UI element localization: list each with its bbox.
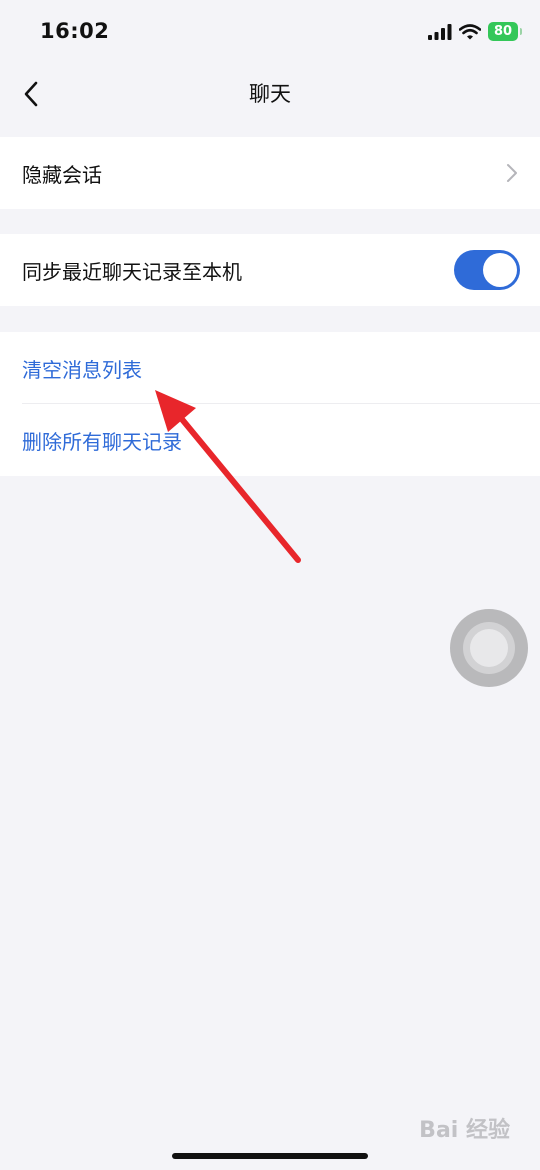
hidden-conversations-row[interactable]: 隐藏会话 <box>0 137 540 209</box>
battery-icon: 80 <box>488 22 522 41</box>
clear-message-list-label: 清空消息列表 <box>22 357 142 382</box>
delete-all-history-row[interactable]: 删除所有聊天记录 <box>0 404 540 476</box>
toggle-knob <box>483 253 517 287</box>
status-time: 16:02 <box>40 19 110 43</box>
page-title: 聊天 <box>249 82 291 106</box>
wifi-icon <box>459 23 481 39</box>
settings-group-clear: 清空消息列表 删除所有聊天记录 <box>0 332 540 476</box>
battery-level: 80 <box>493 24 513 39</box>
home-indicator[interactable] <box>172 1153 368 1159</box>
assistive-touch-button[interactable] <box>450 609 528 687</box>
settings-group-sync: 同步最近聊天记录至本机 <box>0 234 540 306</box>
sync-history-toggle[interactable] <box>454 250 520 290</box>
delete-all-history-label: 删除所有聊天记录 <box>22 429 182 454</box>
status-bar: 16:02 80 <box>0 0 540 66</box>
cellular-signal-icon <box>428 23 452 40</box>
sync-history-label: 同步最近聊天记录至本机 <box>22 259 242 284</box>
clear-message-list-row[interactable]: 清空消息列表 <box>0 332 540 404</box>
sync-history-row: 同步最近聊天记录至本机 <box>0 234 540 306</box>
status-icons: 80 <box>428 22 522 41</box>
assistive-touch-ring <box>463 622 515 674</box>
hidden-conversations-label: 隐藏会话 <box>22 162 102 187</box>
assistive-touch-core <box>470 629 508 667</box>
nav-bar: 聊天 <box>0 66 540 122</box>
settings-group-hidden: 隐藏会话 <box>0 137 540 209</box>
baidu-jingyan-watermark: Bai 经验 <box>419 1118 510 1143</box>
chevron-right-icon <box>507 164 517 182</box>
